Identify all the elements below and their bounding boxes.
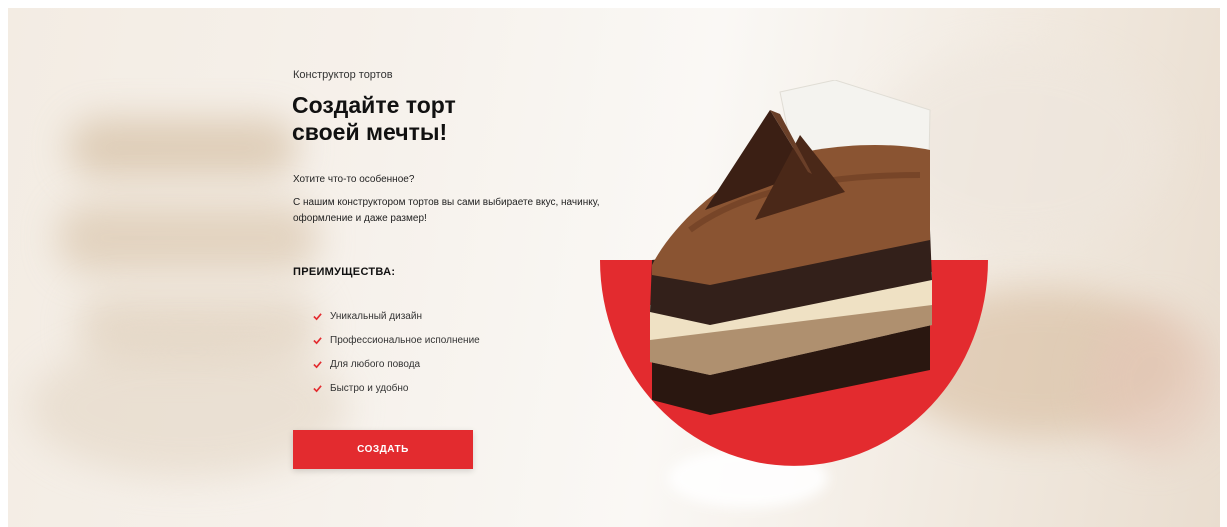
check-icon bbox=[313, 312, 322, 320]
advantage-label: Для любого повода bbox=[330, 358, 421, 370]
advantages-title: ПРЕИМУЩЕСТВА: bbox=[293, 266, 396, 278]
advantage-item: Для любого повода bbox=[313, 352, 480, 376]
advantage-label: Быстро и удобно bbox=[330, 382, 409, 394]
lead-text: С нашим конструктором тортов вы сами выб… bbox=[293, 197, 600, 224]
hero-title-line-1: Создайте торт bbox=[292, 92, 456, 118]
check-icon bbox=[313, 360, 322, 368]
advantage-label: Профессиональное исполнение bbox=[330, 334, 480, 346]
advantages-list: Уникальный дизайн Профессиональное испол… bbox=[313, 304, 480, 400]
cropped-top-text: ▔▔▔▔▔▔▔▔▔▔▔▔▔▔▔▔▔▔▔▔▔▔▔▔▔▔▔▔▔▔▔▔▔▔▔▔▔▔▔▔… bbox=[0, 0, 1227, 8]
lead-question: Хотите что-то особенное? bbox=[293, 174, 415, 185]
advantage-item: Быстро и удобно bbox=[313, 376, 480, 400]
create-button[interactable]: СОЗДАТЬ bbox=[293, 430, 473, 469]
page: ▔▔▔▔▔▔▔▔▔▔▔▔▔▔▔▔▔▔▔▔▔▔▔▔▔▔▔▔▔▔▔▔▔▔▔▔▔▔▔▔… bbox=[0, 0, 1227, 527]
advantage-label: Уникальный дизайн bbox=[330, 310, 422, 322]
hero-title-line-2: своей мечты! bbox=[292, 119, 448, 145]
section-eyebrow: Конструктор тортов bbox=[293, 69, 393, 81]
cake-slice-image bbox=[650, 80, 932, 415]
check-icon bbox=[313, 336, 322, 344]
check-icon bbox=[313, 384, 322, 392]
advantage-item: Уникальный дизайн bbox=[313, 304, 480, 328]
advantage-item: Профессиональное исполнение bbox=[313, 328, 480, 352]
hero-title: Создайте торт своей мечты! bbox=[292, 92, 552, 146]
